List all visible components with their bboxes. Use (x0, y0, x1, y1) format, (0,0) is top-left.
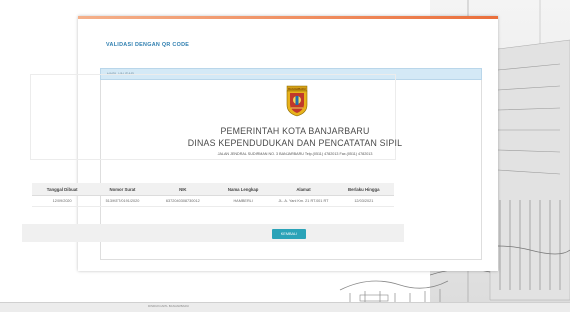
cell-address: JL. A. Yani Km. 21 RT.001 RT (273, 195, 334, 207)
column-header: NIK (152, 183, 213, 196)
page-title: VALIDASI DENGAN QR CODE (106, 42, 190, 48)
back-button[interactable]: KEMBALI (272, 229, 306, 239)
card-top-accent-bar (78, 16, 498, 19)
cell-valid-until: 12/03/2021 (333, 195, 394, 207)
government-name: PEMERINTAH KOTA BANJARBARU (220, 126, 370, 136)
column-header: Nomor Surat (92, 183, 153, 196)
action-bar (22, 224, 404, 242)
footer-text: DISDUKCAPIL BANJARBARU (148, 304, 189, 308)
column-header: Berlaku Hingga (333, 183, 394, 196)
cell-full-name: HAMBERLI (212, 195, 274, 207)
column-header: Tanggal Dibuat (32, 183, 93, 196)
cell-date-created: 12/09/2020 (32, 195, 93, 207)
column-header: Alamat (273, 183, 334, 196)
agency-address: JALAN JENDRAL SUDIRMAN NO. 3 BANJARBARU … (217, 152, 373, 156)
cell-nik: 6372040308730012 (152, 195, 213, 207)
column-header: Nama Lengkap (212, 183, 274, 196)
city-emblem-icon: BANJARBARU (286, 85, 308, 117)
agency-name: DINAS KEPENDUDUKAN DAN PENCATATAN SIPIL (187, 138, 403, 148)
emblem-label: BANJARBARU (288, 87, 306, 91)
validation-result-table: Tanggal Dibuat Nomor Surat NIK Nama Leng… (32, 183, 394, 207)
table-row: 12/09/2020 513/KET/0191/2020 63720403087… (32, 195, 394, 207)
table-header-row: Tanggal Dibuat Nomor Surat NIK Nama Leng… (32, 183, 394, 196)
cell-letter-number: 513/KET/0191/2020 (92, 195, 153, 207)
